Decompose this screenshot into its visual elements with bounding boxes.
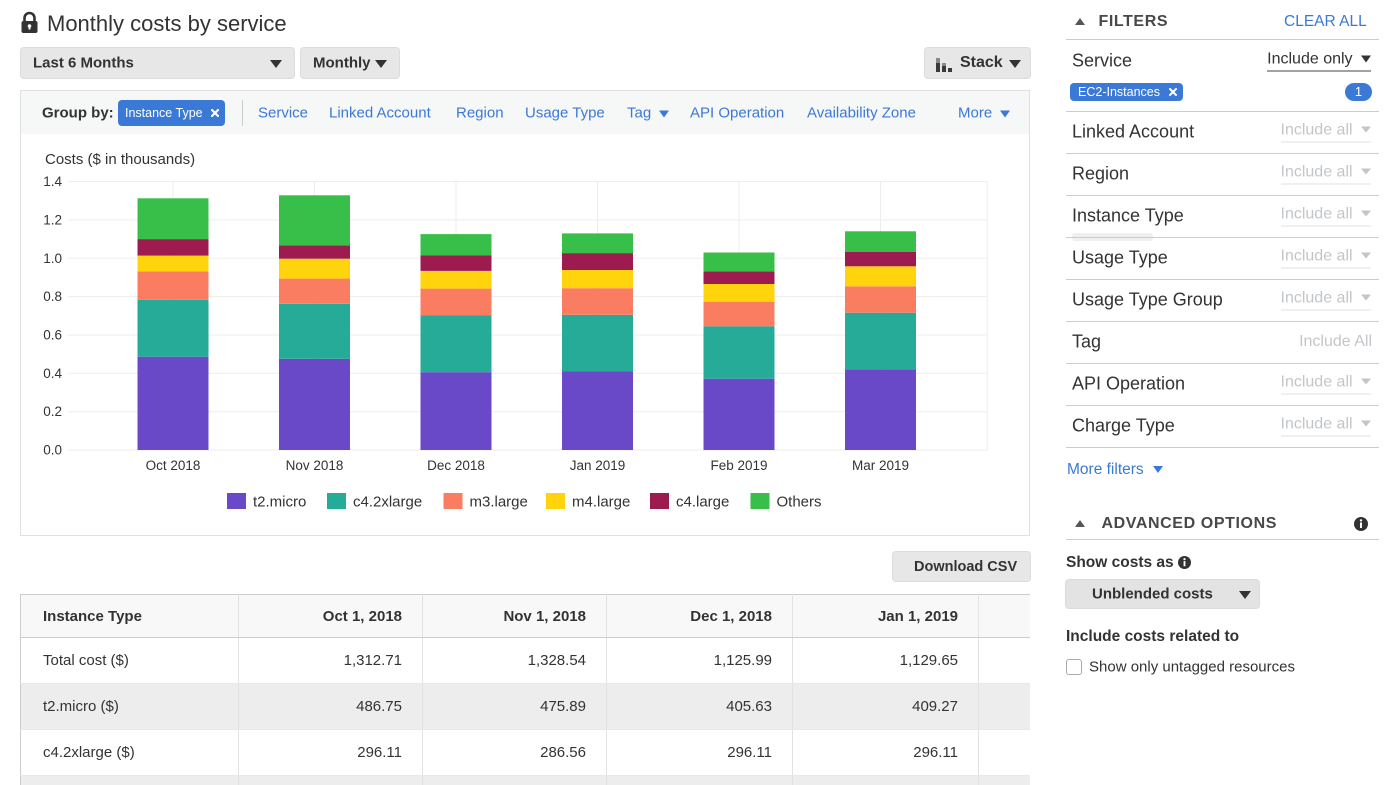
svg-text:0.6: 0.6: [43, 328, 62, 343]
svg-text:Dec 2018: Dec 2018: [427, 458, 485, 473]
svg-text:c4.large: c4.large: [676, 494, 729, 511]
svg-text:0.4: 0.4: [43, 366, 62, 381]
svg-text:0.8: 0.8: [43, 289, 62, 304]
svg-text:Feb 2019: Feb 2019: [710, 458, 767, 473]
svg-text:t2.micro: t2.micro: [253, 494, 306, 511]
svg-text:Jan 2019: Jan 2019: [570, 458, 626, 473]
svg-text:Mar 2019: Mar 2019: [852, 458, 909, 473]
svg-text:1.0: 1.0: [43, 251, 62, 266]
svg-text:Others: Others: [777, 494, 822, 511]
svg-text:Costs ($ in thousands): Costs ($ in thousands): [45, 151, 195, 168]
svg-text:m3.large: m3.large: [470, 494, 528, 511]
svg-text:0.2: 0.2: [43, 404, 62, 419]
svg-text:m4.large: m4.large: [572, 494, 630, 511]
svg-text:Nov 2018: Nov 2018: [286, 458, 344, 473]
svg-text:Oct 2018: Oct 2018: [146, 458, 201, 473]
svg-text:1.2: 1.2: [43, 212, 62, 227]
svg-text:c4.2xlarge: c4.2xlarge: [353, 494, 422, 511]
svg-text:1.4: 1.4: [43, 174, 62, 189]
svg-text:0.0: 0.0: [43, 443, 62, 458]
